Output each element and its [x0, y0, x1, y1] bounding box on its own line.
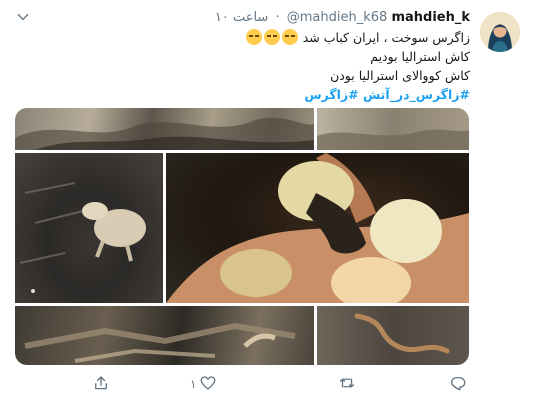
photo-burnt-snake[interactable] — [317, 306, 469, 365]
hashtag-link[interactable]: #زاگرس — [304, 87, 358, 102]
disappointed-relieved-face-icon — [263, 29, 280, 45]
tweet-header: ۱۰ ساعت · @mahdieh_k68 mahdieh_k — [10, 8, 470, 28]
retweet-icon — [339, 378, 355, 388]
photo-hand-holding-eggs[interactable] — [166, 153, 469, 303]
disappointed-relieved-face-icon — [281, 29, 298, 45]
reply-icon — [450, 377, 466, 391]
tweet-line-1: زاگرس سوخت ، ایران کباب شد — [70, 28, 470, 47]
meta-separator: · — [275, 10, 280, 25]
photo-burnt-branches[interactable] — [15, 306, 314, 365]
user-display-name[interactable]: mahdieh_k — [391, 10, 470, 25]
share-button[interactable] — [92, 373, 110, 393]
reply-count-wrapper: ۱ — [190, 374, 202, 394]
reply-button[interactable] — [449, 373, 467, 393]
photo-burnt-rocks-art — [15, 117, 314, 150]
photo-burnt-branches-art — [24, 322, 296, 363]
share-icon — [95, 376, 107, 390]
tweet-text: زاگرس سوخت ، ایران کباب شد کاش استرالیا … — [70, 28, 470, 104]
user-handle[interactable]: @mahdieh_k68 — [287, 10, 388, 25]
photo-burnt-ground[interactable] — [317, 108, 469, 150]
tweet-card[interactable]: ۱۰ ساعت · @mahdieh_k68 mahdieh_k زاگرس س… — [0, 0, 534, 401]
reply-count: ۱ — [190, 377, 197, 391]
retweet-button[interactable] — [332, 373, 356, 393]
photo-burnt-animal[interactable] — [15, 153, 163, 303]
chevron-down-icon[interactable] — [16, 10, 30, 24]
hashtag-link[interactable]: #زاگرس_در_آتش — [363, 87, 470, 102]
tweet-line-3: کاش کووالای استرالیا بودن — [330, 68, 470, 83]
photo-burnt-animal-art — [19, 182, 146, 293]
media-grid — [15, 108, 469, 365]
tweet-line-2: کاش استرالیا بودیم — [370, 49, 470, 64]
photo-burnt-ground-art — [317, 129, 469, 150]
tweet-meta: ۱۰ ساعت · @mahdieh_k68 mahdieh_k — [215, 10, 470, 25]
disappointed-relieved-face-icon — [245, 29, 262, 45]
hashtag-line: #زاگرس_در_آتش #زاگرس — [70, 85, 470, 104]
tweet-timestamp[interactable]: ۱۰ ساعت — [215, 10, 269, 25]
tweet-actions: ۱ — [0, 373, 534, 395]
photo-burnt-rocks[interactable] — [15, 108, 314, 150]
avatar-illustration — [480, 12, 520, 52]
photo-hand-holding-eggs-art — [166, 153, 469, 303]
photo-burnt-snake-art — [354, 313, 450, 354]
avatar[interactable] — [480, 12, 520, 52]
tweet-line-1-text: زاگرس سوخت ، ایران کباب شد — [302, 30, 470, 45]
